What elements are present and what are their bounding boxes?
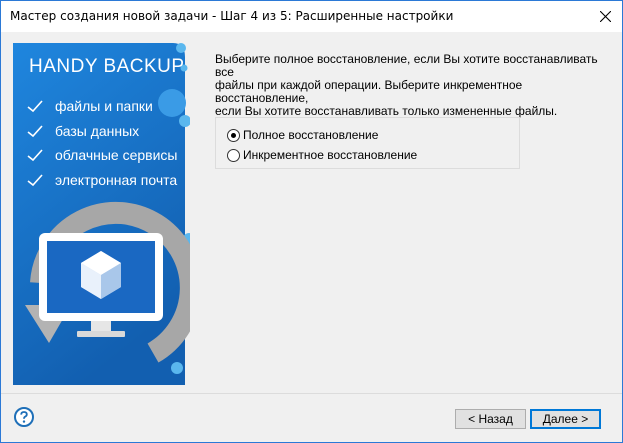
radio-label[interactable]: Инкрементное восстановление (243, 148, 417, 162)
feature-label: базы данных (55, 122, 140, 139)
check-icon (27, 149, 43, 162)
check-icon (27, 124, 43, 137)
wizard-window: Мастер создания новой задачи - Шаг 4 из … (0, 0, 623, 443)
radio-unselected-icon[interactable] (227, 149, 240, 162)
radio-selected-icon[interactable] (227, 129, 240, 142)
help-icon[interactable] (14, 407, 34, 427)
next-button[interactable]: Далее > (530, 409, 601, 429)
description-line: файлы при каждой операции. Выберите инкр… (215, 78, 523, 105)
brand-logo-text: HANDY BACKUP (29, 56, 185, 77)
description-line: Выберите полное восстановление, если Вы … (215, 52, 598, 79)
handy-backup-banner: HANDY BACKUP файлы и папки базы данных о… (13, 43, 190, 385)
radio-label[interactable]: Полное восстановление (243, 128, 378, 142)
check-icon (27, 100, 43, 113)
feature-label: облачные сервисы (55, 147, 178, 163)
footer-separator (1, 393, 622, 394)
feature-label: электронная почта (55, 171, 178, 188)
close-button[interactable] (590, 1, 622, 32)
close-icon (600, 11, 611, 22)
restore-type-group: Полное восстановление Инкрементное восст… (215, 117, 520, 169)
title-bar: Мастер создания новой задачи - Шаг 4 из … (1, 1, 622, 32)
back-button[interactable]: < Назад (455, 409, 526, 429)
window-title: Мастер создания новой задачи - Шаг 4 из … (10, 9, 454, 23)
feature-label: файлы и папки (55, 98, 153, 114)
check-icon (27, 173, 43, 186)
step-description: Выберите полное восстановление, если Вы … (215, 53, 605, 118)
banner-graphic (13, 43, 190, 385)
